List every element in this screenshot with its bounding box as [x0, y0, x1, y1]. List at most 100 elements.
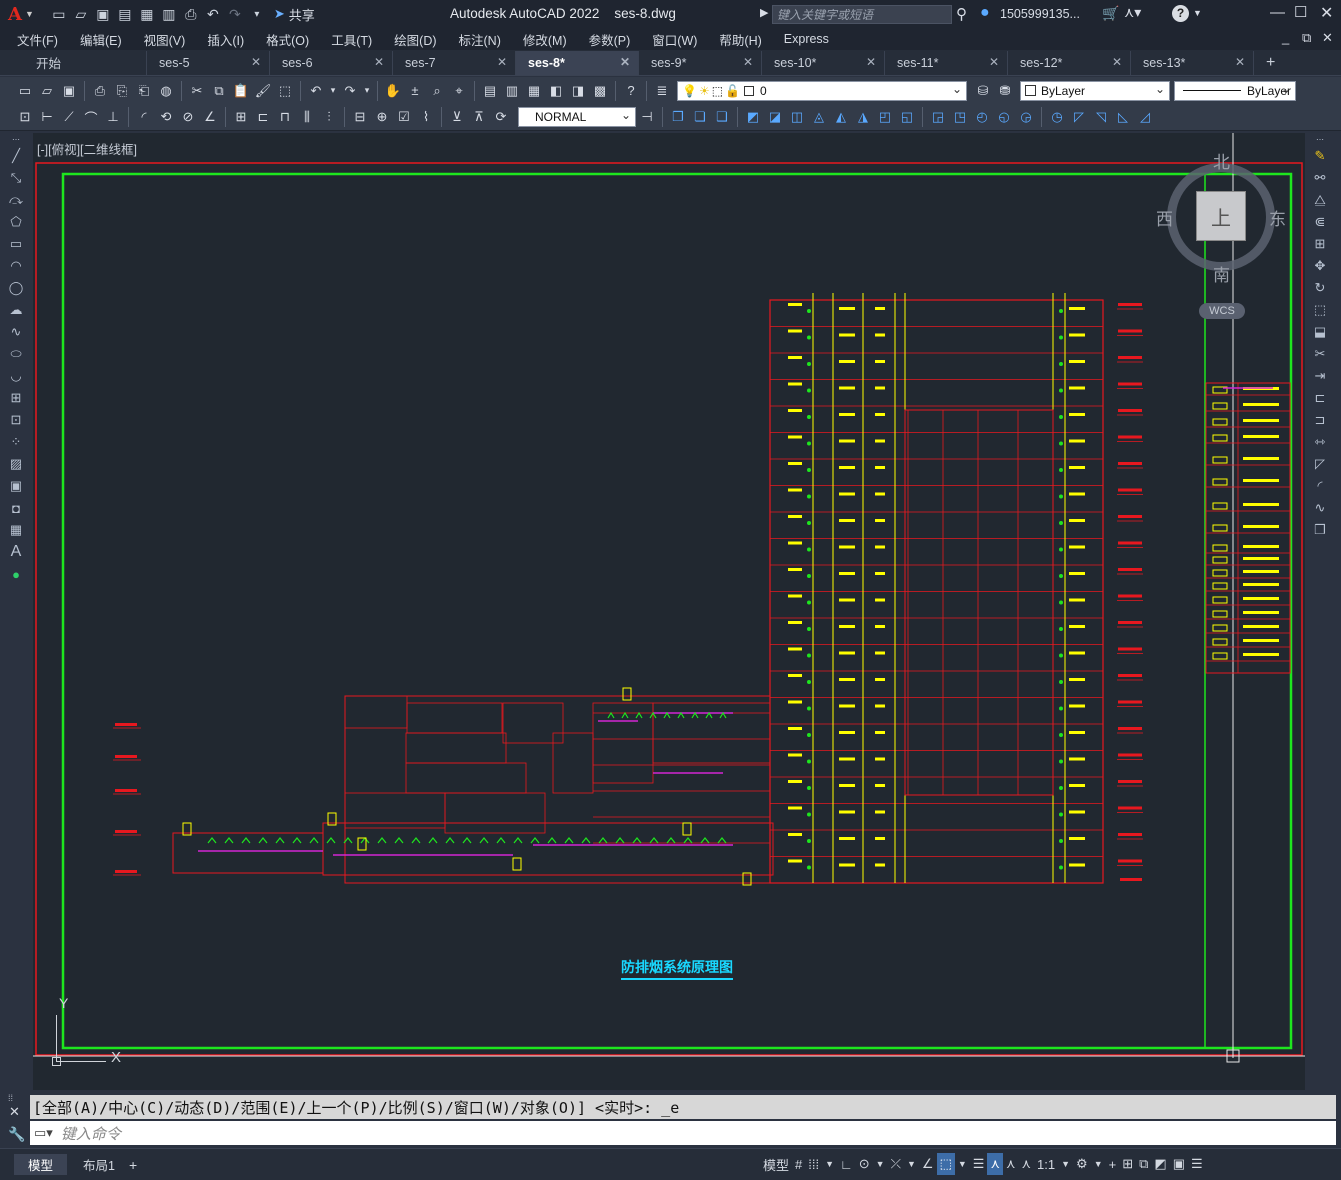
workspace-gear-icon[interactable]: ⚙	[1073, 1153, 1091, 1175]
trim-icon[interactable]: ✂	[1309, 343, 1331, 365]
tab-close-icon[interactable]: ✕	[989, 55, 999, 69]
extrude-faces-icon[interactable]: ◩	[743, 107, 763, 127]
isolate-objects-icon[interactable]: ◩	[1151, 1153, 1169, 1175]
check-icon[interactable]: ◶	[1016, 107, 1036, 127]
tab-ses-12[interactable]: ses-12* ✕	[1008, 50, 1131, 75]
pan-icon[interactable]: ✋	[383, 81, 403, 101]
tab-close-icon[interactable]: ✕	[497, 55, 507, 69]
object-snap-icon[interactable]: ⬚	[936, 1153, 955, 1175]
copy-object-icon[interactable]: ⚯	[1309, 167, 1331, 189]
new-icon[interactable]: ▭	[49, 4, 69, 24]
explode-icon[interactable]: ❒	[1309, 519, 1331, 541]
tab-ses-8[interactable]: ses-8* ✕	[516, 50, 639, 75]
clean-icon[interactable]: ◳	[950, 107, 970, 127]
copy-faces-icon[interactable]: ◰	[875, 107, 895, 127]
scale-icon[interactable]: ⬚	[1309, 299, 1331, 321]
rotate-faces-icon[interactable]: ◭	[831, 107, 851, 127]
layer-properties-icon[interactable]: ≣	[652, 81, 672, 101]
polar-dropdown-icon[interactable]: ▼	[873, 1153, 888, 1175]
dim-text-edit-icon[interactable]: ⊼	[469, 107, 489, 127]
paste-icon[interactable]: 📋	[231, 81, 251, 101]
menu-modify[interactable]: 修改(M)	[512, 30, 578, 49]
cart-icon[interactable]: 🛒	[1102, 5, 1119, 22]
add-selected-icon[interactable]: ●	[5, 563, 27, 585]
break-at-point-icon[interactable]: ⊏	[1309, 387, 1331, 409]
search-input[interactable]: 键入关键字或短语	[772, 5, 952, 24]
polyline-icon[interactable]: ⤼	[5, 189, 27, 211]
tab-close-icon[interactable]: ✕	[620, 55, 630, 69]
redo-icon[interactable]: ↷	[340, 81, 360, 101]
point-icon[interactable]: ⁘	[5, 431, 27, 453]
model-space-button[interactable]: 模型	[760, 1153, 792, 1175]
copy-icon[interactable]: ⧉	[209, 81, 229, 101]
sheet-set-icon[interactable]: ◧	[546, 81, 566, 101]
cmd-grip-icon[interactable]: ⁞⁞	[8, 1093, 13, 1103]
thicken-icon[interactable]: ◿	[1135, 107, 1155, 127]
quickcalc-icon[interactable]: ▩	[590, 81, 610, 101]
annotation-monitor-icon[interactable]: +	[1106, 1153, 1120, 1175]
offset-faces-icon[interactable]: ◫	[787, 107, 807, 127]
region-icon[interactable]: ◘	[5, 497, 27, 519]
imprint-icon[interactable]: ◲	[928, 107, 948, 127]
viewcube-face-top[interactable]: 上	[1196, 191, 1246, 241]
intersect-icon[interactable]: ❑	[712, 107, 732, 127]
compass-west[interactable]: 西	[1156, 205, 1173, 230]
share-button[interactable]: ➤ 共享	[274, 5, 315, 24]
autocad-logo-icon[interactable]: A	[8, 4, 22, 25]
zoom-realtime-icon[interactable]: ±	[405, 81, 425, 101]
minimize-icon[interactable]: —	[1270, 4, 1285, 21]
doc-restore-icon[interactable]: ⧉	[1302, 30, 1311, 46]
ellipse-arc-icon[interactable]: ◡	[5, 365, 27, 387]
dim-edit-icon[interactable]: ⊻	[447, 107, 467, 127]
recent-commands-icon[interactable]: ▭▾	[34, 1125, 53, 1141]
tab-ses-13[interactable]: ses-13* ✕	[1131, 50, 1254, 75]
help-icon[interactable]: ?	[1172, 5, 1189, 22]
tab-close-icon[interactable]: ✕	[1112, 55, 1122, 69]
menu-file[interactable]: 文件(F)	[6, 30, 69, 49]
compass-south[interactable]: 南	[1213, 261, 1230, 286]
grid-icon[interactable]: #	[792, 1153, 805, 1175]
tool-palettes-icon[interactable]: ▦	[524, 81, 544, 101]
compass-north[interactable]: 北	[1213, 148, 1230, 173]
new-tab-icon[interactable]: +	[1266, 54, 1275, 72]
menu-express[interactable]: Express	[773, 32, 840, 46]
delete-faces-icon[interactable]: ◬	[809, 107, 829, 127]
redo-dropdown-icon[interactable]: ▾	[362, 81, 372, 101]
dim-angular-icon[interactable]: ∠	[200, 107, 220, 127]
linetype-dropdown[interactable]: ByLayer	[1174, 80, 1296, 101]
save-as-icon[interactable]: ▤	[115, 4, 135, 24]
plot-preview-icon[interactable]: ⎘	[112, 81, 132, 101]
join-icon[interactable]: ⇿	[1309, 431, 1331, 453]
menu-edit[interactable]: 编辑(E)	[69, 30, 133, 49]
tab-close-icon[interactable]: ✕	[866, 55, 876, 69]
revision-cloud-icon[interactable]: ☁	[5, 299, 27, 321]
markup-icon[interactable]: ◨	[568, 81, 588, 101]
cmd-close-icon[interactable]: ✕	[9, 1104, 20, 1120]
spline-icon[interactable]: ∿	[5, 321, 27, 343]
color-faces-icon[interactable]: ◱	[897, 107, 917, 127]
doc-minimize-icon[interactable]: _	[1282, 30, 1289, 45]
open-icon[interactable]: ▱	[37, 81, 57, 101]
app-menu-arrow-icon[interactable]: ▼	[25, 9, 34, 19]
tab-close-icon[interactable]: ✕	[251, 55, 261, 69]
open-icon[interactable]: ▱	[71, 4, 91, 24]
user-icon[interactable]: ●	[980, 4, 990, 22]
menu-tools[interactable]: 工具(T)	[320, 30, 383, 49]
taper-faces-icon[interactable]: ◮	[853, 107, 873, 127]
dim-diameter-icon[interactable]: ⊘	[178, 107, 198, 127]
menu-view[interactable]: 视图(V)	[133, 30, 197, 49]
union-icon[interactable]: ❐	[668, 107, 688, 127]
tab-close-icon[interactable]: ✕	[1235, 55, 1245, 69]
jogged-linear-icon[interactable]: ⌇	[416, 107, 436, 127]
tab-ses-9[interactable]: ses-9* ✕	[639, 50, 762, 75]
flatshot-icon[interactable]: ◺	[1113, 107, 1133, 127]
publish-icon[interactable]: ▥	[159, 4, 179, 24]
search-icon[interactable]: ⚲	[956, 5, 967, 23]
blend-curves-icon[interactable]: ∿	[1309, 497, 1331, 519]
osnap-dropdown-icon[interactable]: ▼	[955, 1153, 970, 1175]
array-icon[interactable]: ⊞	[1309, 233, 1331, 255]
tab-ses-6[interactable]: ses-6 ✕	[270, 50, 393, 75]
menu-help[interactable]: 帮助(H)	[708, 30, 772, 49]
fillet-icon[interactable]: ◜	[1309, 475, 1331, 497]
break-icon[interactable]: ⊐	[1309, 409, 1331, 431]
